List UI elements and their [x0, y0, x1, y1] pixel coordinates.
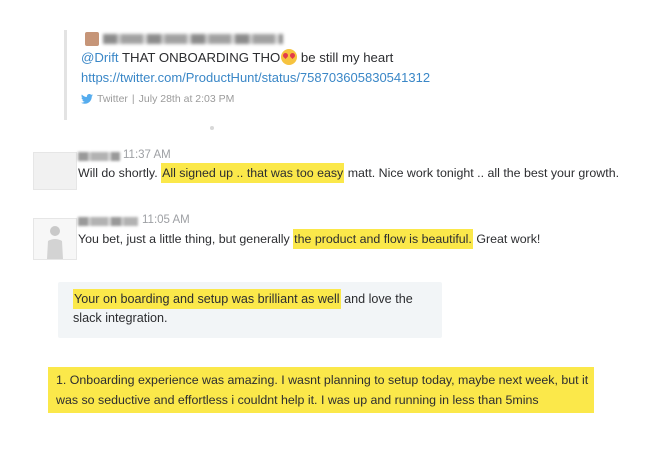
tweet-timestamp[interactable]: July 28th at 2:03 PM: [139, 93, 235, 105]
avatar[interactable]: [33, 152, 77, 190]
message-text-before: Will do shortly.: [78, 166, 162, 180]
tweet-text-tail: be still my heart: [297, 50, 394, 65]
tweet-author-name-redacted: [103, 34, 283, 44]
default-user-icon: [47, 226, 63, 259]
avatar[interactable]: [33, 218, 77, 260]
message-text-after: matt. Nice work tonight .. all the best …: [344, 166, 620, 180]
message-text-before: You bet, just a little thing, but genera…: [78, 232, 294, 246]
message-text: Will do shortly. All signed up .. that w…: [78, 163, 620, 183]
tweet-meta: Twitter | July 28th at 2:03 PM: [81, 93, 234, 105]
tweet-embed: @Drift THAT ONBOARDING THO be still my h…: [64, 30, 487, 120]
quote-highlight: Your on boarding and setup was brilliant…: [73, 289, 341, 309]
tweet-author-avatar: [85, 32, 99, 46]
tweet-meta-separator: |: [131, 93, 135, 105]
sender-name-redacted: [78, 217, 138, 226]
tweet-source: Twitter: [97, 93, 128, 105]
message-timestamp[interactable]: 11:05 AM: [142, 214, 190, 226]
message-highlight: All signed up .. that was too easy: [161, 163, 345, 183]
twitter-bird-icon: [81, 94, 93, 104]
heart-eyes-emoji-icon: [281, 49, 298, 65]
feedback-text: 1. Onboarding experience was amazing. I …: [56, 373, 589, 407]
sender-name-redacted: [78, 152, 120, 161]
tweet-text-main: THAT ONBOARDING THO: [118, 50, 281, 65]
message-text-after: Great work!: [472, 232, 541, 246]
quote-text: Your on boarding and setup was brilliant…: [73, 289, 443, 328]
tweet-url-link[interactable]: https://twitter.com/ProductHunt/status/7…: [81, 70, 430, 85]
message-timestamp[interactable]: 11:37 AM: [123, 149, 171, 161]
divider-dot: [210, 126, 214, 130]
tweet-mention-link[interactable]: @Drift: [81, 50, 119, 65]
message-text: You bet, just a little thing, but genera…: [78, 229, 541, 249]
tweet-text: @Drift THAT ONBOARDING THO be still my h…: [81, 49, 393, 65]
message-highlight: the product and flow is beautiful.: [293, 229, 473, 249]
